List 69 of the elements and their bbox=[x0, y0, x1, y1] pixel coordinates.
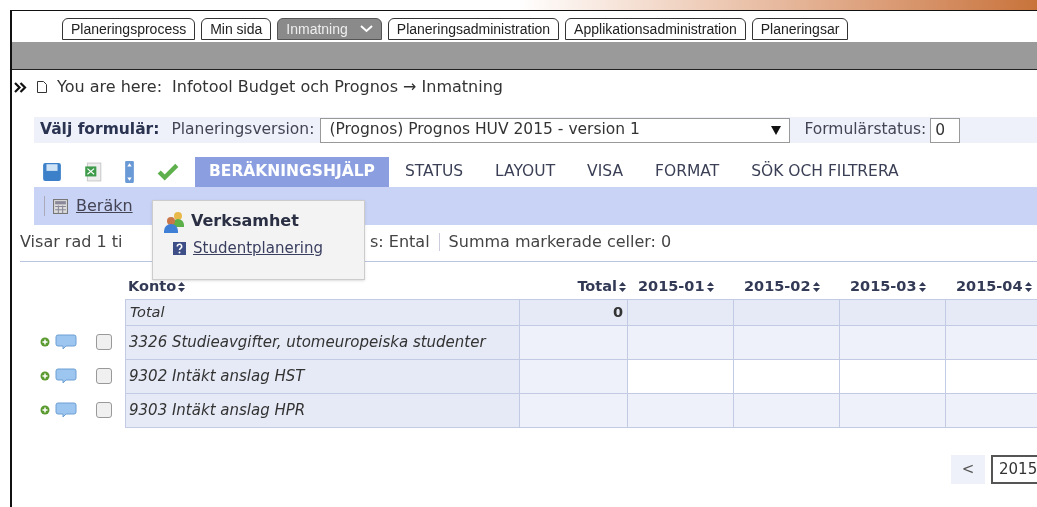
scroll-bar-icon[interactable] bbox=[124, 160, 135, 184]
table-cell[interactable] bbox=[840, 394, 946, 427]
users-icon bbox=[163, 211, 187, 233]
previous-button[interactable]: < bbox=[951, 455, 985, 484]
dropdown-arrow-icon bbox=[771, 125, 782, 135]
breadcrumb-path: Infotool Budget och Prognos → Inmatning bbox=[172, 76, 503, 98]
table-cell: 9302 Intäkt anslag HST bbox=[126, 360, 520, 393]
status-field[interactable]: 0 bbox=[930, 117, 961, 143]
table-cell[interactable] bbox=[734, 394, 840, 427]
toolbar-tab[interactable]: VISA bbox=[571, 157, 639, 187]
nav-tab[interactable]: Min sida bbox=[201, 18, 272, 40]
calculator-icon bbox=[53, 198, 68, 214]
table-cell: Total bbox=[126, 300, 520, 325]
calculation-link[interactable]: Beräkn bbox=[76, 194, 133, 218]
column-header[interactable]: Konto bbox=[128, 276, 186, 298]
checkmark-icon[interactable] bbox=[157, 163, 179, 181]
format-text: s: Ental bbox=[370, 231, 430, 253]
table-cell[interactable] bbox=[628, 394, 734, 427]
toolbar-tab[interactable]: STATUS bbox=[388, 157, 480, 187]
sum-text: Summa markerade celler: 0 bbox=[448, 231, 672, 253]
sort-icon bbox=[619, 282, 626, 293]
save-icon[interactable] bbox=[42, 162, 62, 182]
toolbar-tab[interactable]: SÖK OCH FILTRERA bbox=[735, 157, 915, 187]
column-header[interactable]: 2015-02 bbox=[744, 276, 820, 298]
table-cell[interactable] bbox=[628, 326, 734, 359]
table-cell: 9303 Intäkt anslag HPR bbox=[126, 394, 520, 427]
column-header[interactable]: 2015-04 bbox=[956, 276, 1032, 298]
row-checkbox[interactable] bbox=[96, 368, 112, 384]
table-cell[interactable] bbox=[734, 326, 840, 359]
comment-icon[interactable] bbox=[55, 402, 77, 418]
popup-item-link[interactable]: Studentplanering bbox=[193, 237, 324, 260]
sort-icon bbox=[706, 282, 714, 293]
sort-icon bbox=[812, 282, 820, 293]
comment-icon[interactable] bbox=[55, 368, 77, 384]
version-dropdown[interactable]: (Prognos) Prognos HUV 2015 - version 1 bbox=[320, 117, 791, 143]
table-cell: 3326 Studieavgifter, utomeuropeiska studenter bbox=[126, 326, 520, 359]
sort-icon bbox=[178, 282, 186, 293]
document-icon bbox=[37, 81, 47, 93]
row-checkbox[interactable] bbox=[96, 334, 112, 350]
double-chevron-icon[interactable] bbox=[14, 81, 27, 93]
table-cell[interactable] bbox=[946, 394, 1037, 427]
add-icon[interactable] bbox=[40, 371, 50, 381]
form-title: Välj formulär: bbox=[40, 119, 160, 141]
popup-title: Verksamhet bbox=[191, 210, 299, 232]
column-header[interactable]: 2015-03 bbox=[850, 276, 926, 298]
table-cell[interactable] bbox=[840, 326, 946, 359]
page-field[interactable]: 2015 bbox=[991, 455, 1037, 484]
nav-tab[interactable]: Planeringsprocess bbox=[62, 18, 196, 40]
add-icon[interactable] bbox=[40, 337, 50, 347]
table-cell: 0 bbox=[520, 300, 628, 325]
help-icon bbox=[173, 241, 186, 255]
toolbar-tab[interactable]: FORMAT bbox=[639, 157, 736, 187]
spreadsheet-icon[interactable] bbox=[84, 162, 102, 182]
status-label: Formulärstatus: bbox=[804, 119, 927, 141]
row-checkbox[interactable] bbox=[96, 402, 112, 418]
add-icon[interactable] bbox=[40, 405, 50, 415]
nav-tab[interactable]: Applikationsadministration bbox=[565, 18, 746, 40]
breadcrumb-label: You are here: bbox=[57, 76, 163, 98]
sort-icon bbox=[918, 282, 926, 293]
column-header[interactable]: 2015-01 bbox=[638, 276, 714, 298]
version-label: Planeringsversion: bbox=[171, 119, 315, 141]
nav-tab[interactable]: Planeringsadministration bbox=[387, 18, 560, 40]
rows-text: Visar rad 1 ti bbox=[20, 231, 123, 253]
column-header[interactable]: Total bbox=[577, 276, 626, 298]
sort-icon bbox=[1024, 282, 1032, 293]
comment-icon[interactable] bbox=[55, 334, 77, 350]
toolbar-tab[interactable]: LAYOUT bbox=[479, 157, 572, 187]
table-cell[interactable] bbox=[946, 326, 1037, 359]
nav-tab[interactable]: Planeringsar bbox=[751, 18, 849, 40]
